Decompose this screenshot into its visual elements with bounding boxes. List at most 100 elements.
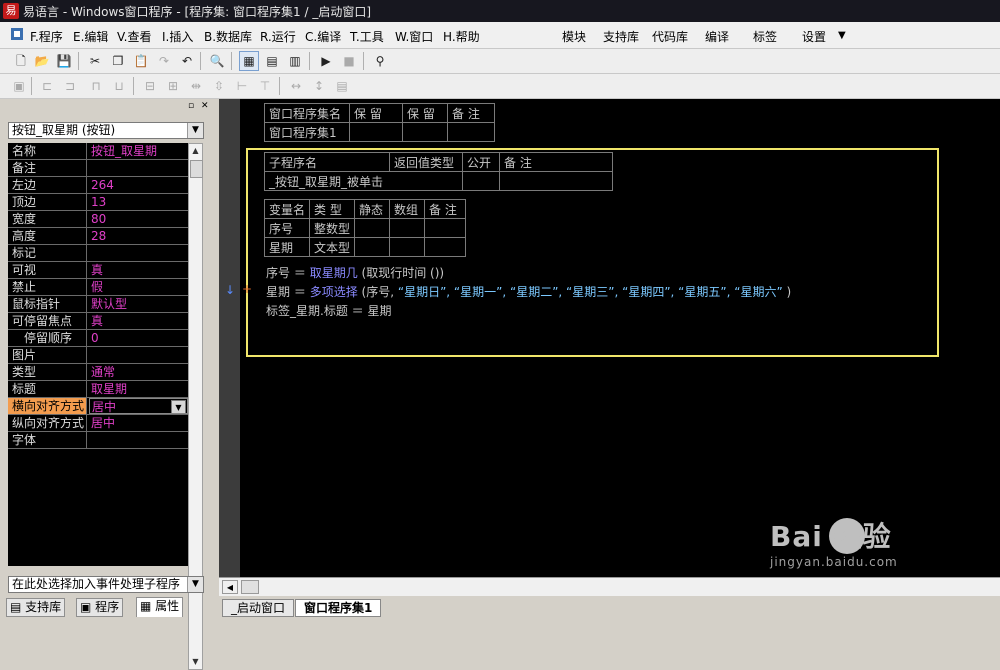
- center-v-icon[interactable]: ⊞: [164, 77, 182, 95]
- table-cell[interactable]: _按钮_取星期_被单击: [264, 171, 463, 191]
- chevron-down-icon[interactable]: ▼: [187, 123, 203, 138]
- resize-v-icon[interactable]: ↕: [310, 77, 328, 95]
- property-row[interactable]: 顶边 13: [8, 194, 188, 211]
- table-row[interactable]: 星期 文本型: [263, 237, 467, 257]
- code-line-3[interactable]: 标签_星期.标题 ＝ 星期: [266, 302, 391, 319]
- scroll-left-icon[interactable]: ◀: [222, 580, 238, 594]
- table-cell[interactable]: [499, 171, 613, 191]
- scroll-thumb[interactable]: [190, 160, 203, 178]
- layout2-icon[interactable]: ▤: [263, 52, 281, 70]
- space-h-icon[interactable]: ⊢: [233, 77, 251, 95]
- cut-icon[interactable]: ✂: [86, 52, 104, 70]
- menu-settings[interactable]: 设置: [802, 28, 826, 45]
- align-grid-icon[interactable]: ▣: [10, 77, 28, 95]
- property-value[interactable]: 取星期: [89, 381, 188, 397]
- table-cell[interactable]: 星期: [263, 237, 311, 257]
- property-value[interactable]: 默认型: [89, 296, 188, 312]
- table-cell[interactable]: 整数型: [309, 218, 356, 238]
- stop-icon[interactable]: ■: [340, 52, 358, 70]
- menu-view[interactable]: V.查看: [117, 28, 151, 45]
- property-value[interactable]: 真: [89, 313, 188, 329]
- property-value[interactable]: 真: [89, 262, 188, 278]
- undo-icon[interactable]: ↶: [178, 52, 196, 70]
- menu-label[interactable]: 标签: [753, 28, 777, 45]
- property-row[interactable]: 可视真: [8, 262, 188, 279]
- center-h-icon[interactable]: ⊟: [141, 77, 159, 95]
- editor-hscrollbar[interactable]: ◀: [219, 577, 1000, 596]
- property-row[interactable]: 停留顺序 0: [8, 330, 188, 347]
- property-row[interactable]: 备注: [8, 160, 188, 177]
- property-value[interactable]: 0: [89, 330, 188, 346]
- tab-program[interactable]: ▣ 程序: [76, 598, 124, 617]
- menu-compile[interactable]: C.编译: [305, 28, 341, 45]
- table-cell[interactable]: [424, 218, 467, 238]
- property-row[interactable]: 名称 按钮_取星期: [8, 143, 188, 160]
- chevron-down-icon[interactable]: ▼: [171, 400, 186, 413]
- open-icon[interactable]: 📂: [33, 52, 51, 70]
- property-row[interactable]: 高度 28: [8, 228, 188, 245]
- property-value[interactable]: [89, 347, 188, 363]
- lock-icon[interactable]: ▤: [333, 77, 351, 95]
- align-left-icon[interactable]: ⊏: [38, 77, 56, 95]
- paste-icon[interactable]: 📋: [132, 52, 150, 70]
- tab-startup-window[interactable]: _启动窗口: [222, 599, 295, 617]
- property-row[interactable]: 纵向对齐方式 居中: [8, 415, 188, 432]
- table-cell[interactable]: [424, 237, 467, 257]
- table-row[interactable]: _按钮_取星期_被单击: [264, 171, 613, 191]
- table-row[interactable]: 窗口程序集1: [264, 122, 495, 142]
- scroll-thumb[interactable]: [241, 580, 259, 594]
- menu-help[interactable]: H.帮助: [443, 28, 480, 45]
- resize-h-icon[interactable]: ↔: [287, 77, 305, 95]
- property-value[interactable]: [89, 160, 188, 176]
- property-value[interactable]: 居中: [89, 415, 188, 431]
- tab-window-assembly[interactable]: 窗口程序集1: [295, 599, 382, 617]
- panel-restore-icon[interactable]: ▫: [188, 101, 194, 111]
- property-row[interactable]: 标题 取星期: [8, 381, 188, 398]
- table-cell[interactable]: 文本型: [309, 237, 356, 257]
- property-row-selected[interactable]: 横向对齐方式 居中 ▼: [8, 398, 188, 415]
- menu-run[interactable]: R.运行: [260, 28, 296, 45]
- table-cell[interactable]: [447, 122, 495, 142]
- code-line-2[interactable]: 星期 ＝ 多项选择 (序号, “星期日”, “星期一”, “星期二”, “星期三…: [266, 283, 791, 300]
- property-row[interactable]: 禁止假: [8, 279, 188, 296]
- same-height-icon[interactable]: ⇳: [210, 77, 228, 95]
- property-row[interactable]: 左边 264: [8, 177, 188, 194]
- table-cell[interactable]: [349, 122, 403, 142]
- menu-window[interactable]: W.窗口: [395, 28, 433, 45]
- property-row[interactable]: 图片: [8, 347, 188, 364]
- chevron-down-icon[interactable]: ▼: [187, 577, 203, 592]
- property-row[interactable]: 类型 通常: [8, 364, 188, 381]
- property-row[interactable]: 鼠标指针 默认型: [8, 296, 188, 313]
- binoculars-icon[interactable]: ⚲: [371, 52, 389, 70]
- find-icon[interactable]: 🔍: [208, 52, 226, 70]
- tab-properties[interactable]: ▦ 属性: [136, 597, 184, 617]
- property-value[interactable]: 按钮_取星期: [89, 143, 188, 159]
- property-row[interactable]: 宽度 80: [8, 211, 188, 228]
- table-cell[interactable]: [462, 171, 500, 191]
- settings-dropdown-icon[interactable]: ▼: [838, 30, 846, 41]
- panel-close-icon[interactable]: ✕: [201, 101, 209, 111]
- table-cell[interactable]: 序号: [263, 218, 311, 238]
- menu-module[interactable]: 模块: [562, 28, 586, 45]
- property-value[interactable]: 264: [89, 177, 188, 193]
- menu-support-lib[interactable]: 支持库: [603, 28, 639, 45]
- menu-edit[interactable]: E.编辑: [73, 28, 108, 45]
- property-value[interactable]: 假: [89, 279, 188, 295]
- menu-program[interactable]: F.程序: [30, 28, 63, 45]
- property-row[interactable]: 可停留焦点真: [8, 313, 188, 330]
- code-line-1[interactable]: 序号 ＝ 取星期几 (取现行时间 ()): [266, 264, 444, 281]
- property-value[interactable]: 28: [89, 228, 188, 244]
- table-cell[interactable]: [402, 122, 448, 142]
- table-row[interactable]: 序号 整数型: [263, 218, 467, 238]
- property-row[interactable]: 字体: [8, 432, 188, 449]
- property-value[interactable]: 通常: [89, 364, 188, 380]
- align-top-icon[interactable]: ⊓: [87, 77, 105, 95]
- event-select[interactable]: 在此处选择加入事件处理子程序 ▼: [8, 576, 204, 593]
- component-select[interactable]: 按钮_取星期 (按钮) ▼: [8, 122, 204, 139]
- align-bottom-icon[interactable]: ⊔: [110, 77, 128, 95]
- property-value[interactable]: 80: [89, 211, 188, 227]
- redo-icon[interactable]: ↷: [155, 52, 173, 70]
- layout1-icon[interactable]: ▦: [239, 51, 259, 71]
- menu-insert[interactable]: I.插入: [162, 28, 193, 45]
- menu-code-lib[interactable]: 代码库: [652, 28, 688, 45]
